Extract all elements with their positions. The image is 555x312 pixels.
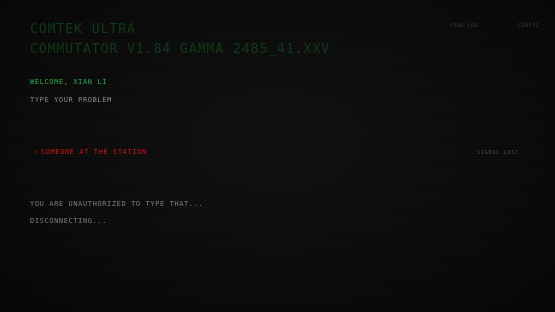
welcome-message: WELCOME, XIAN LI [30,78,108,86]
connection-status: DISCONNECTING... [30,217,108,225]
nav-item-ping-log[interactable]: PING LOG [450,22,478,30]
app-version: COMMUTATOR V1.84 GAMMA 2485_41.XXV [30,42,331,57]
response-message: YOU ARE UNAUTHORIZED TO TYPE THAT... [30,200,204,208]
terminal-screen: COMTEK ULTRA COMMUTATOR V1.84 GAMMA 2485… [0,0,555,312]
app-header: COMTEK ULTRA COMMUTATOR V1.84 GAMMA 2485… [30,20,370,60]
signal-status: SIGNAL LOST [477,150,519,156]
option-label: SOMEONE AT THE STATION [40,148,147,156]
chevron-right-icon: › [33,148,38,156]
app-title: COMTEK ULTRA [30,22,136,37]
nav-item-config[interactable]: CONFIG [518,22,539,30]
option-someone-at-station[interactable]: › SOMEONE AT THE STATION [33,147,147,157]
top-nav: PING LOG CONFIG [450,22,539,30]
input-prompt: TYPE YOUR PROBLEM [30,96,112,104]
